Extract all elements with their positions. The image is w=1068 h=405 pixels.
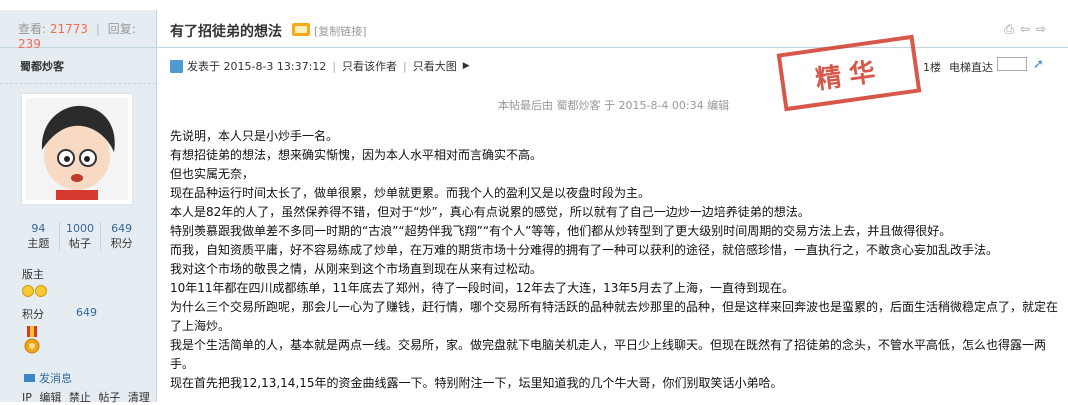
- avatar[interactable]: [21, 93, 133, 205]
- views-count: 21773: [49, 22, 89, 36]
- body-line: 我对这个市场的敬畏之情，从刚来到这个市场直到现在从来有过松动。: [170, 262, 543, 276]
- body-line: 特别羡慕跟我做单差不多同一时期的“古浪”“超势伴我飞翔”“有个人”等等，他们都从…: [170, 224, 952, 238]
- copy-link[interactable]: [复制链接]: [314, 23, 367, 39]
- stat-credits[interactable]: 649 积分: [100, 222, 142, 251]
- body-line: 先说明，本人只是小炒手一名。: [170, 129, 339, 143]
- points-value: 649: [76, 306, 97, 319]
- post-time: 发表于 2015-8-3 13:37:12: [187, 60, 327, 73]
- replies-count: 239: [18, 37, 41, 51]
- stat-label: 主题: [27, 237, 50, 250]
- jump-go-icon[interactable]: ➚: [1033, 58, 1047, 72]
- meta-divider: |: [332, 59, 337, 73]
- clean-link[interactable]: 清理: [128, 391, 150, 404]
- prev-thread-icon[interactable]: ⇦: [1020, 22, 1030, 37]
- post-meta: 发表于 2015-8-3 13:37:12 | 只看该作者 | 只看大图 ▶: [170, 58, 470, 74]
- edit-link[interactable]: 编辑: [39, 391, 61, 404]
- views-label: 查看:: [18, 22, 47, 36]
- body-line: 10年11年都在四川成都练单，11年底去了郑州，待了一段时间，12年去了大连，1…: [170, 281, 794, 295]
- medal-icon: [24, 326, 40, 354]
- online-status-icon: [170, 59, 183, 73]
- ip-link[interactable]: IP: [22, 391, 32, 404]
- rank-icons: [22, 285, 47, 297]
- posts-link[interactable]: 帖子: [98, 391, 120, 404]
- edit-notice: 本帖最后由 蜀都炒客 于 2015-8-4 00:34 编辑: [498, 99, 730, 112]
- body-line: 本人是82年的人了，虽然保养得不错，但对于“炒”，真心有点说累的感觉，所以就有了…: [170, 205, 810, 219]
- replies-label: 回复:: [107, 22, 136, 36]
- body-line: 现在品种运行时间太长了，做单很累，炒单就更累。而我个人的盈利又是以夜盘时段为主。: [170, 186, 651, 200]
- meta-divider: |: [403, 59, 407, 73]
- body-line: 为什么三个交易所跑呢，那会儿一心为了赚钱，赶行情，哪个交易所有特活跃的品种就去炒…: [170, 300, 1059, 333]
- floor-number: 1楼: [923, 61, 941, 74]
- user-group: 版主: [22, 268, 44, 281]
- envelope-icon: [24, 374, 35, 382]
- points-row: 积分 649: [22, 306, 152, 322]
- post-body: 先说明，本人只是小炒手一名。 有想招徒弟的想法，想来确实惭愧，因为本人水平相对而…: [170, 127, 1060, 393]
- thread-title: 有了招徒弟的想法: [170, 24, 282, 40]
- body-line: 有想招徒弟的想法，想来确实惭愧，因为本人水平相对而言确实不高。: [170, 148, 543, 162]
- hot-thread-icon: [292, 23, 310, 36]
- title-bar: 有了招徒弟的想法 [复制链接] ⎙ ⇦ ⇨: [157, 10, 1068, 48]
- ban-link[interactable]: 禁止: [69, 391, 91, 404]
- body-line: 我是个生活简单的人，基本就是两点一线。交易所，家。做完盘就下电脑关机走人，平日少…: [170, 338, 1047, 371]
- author-stats: 94 主题 1000 帖子 649 积分: [18, 222, 142, 251]
- send-message-link[interactable]: 发消息: [24, 370, 72, 386]
- stats-divider: |: [95, 22, 100, 36]
- floor-jump-input[interactable]: [997, 57, 1027, 71]
- thread-stats: 查看: 21773 | 回复: 239: [0, 10, 156, 51]
- body-line: 而我，自知资质平庸，好不容易练成了炒单，在万难的期货市场十分难得的拥有了一种可以…: [170, 243, 999, 257]
- stat-threads[interactable]: 94 主题: [18, 222, 59, 251]
- body-line: 现在首先把我12,13,14,15年的资金曲线露一下。特别附注一下，坛里知道我的…: [170, 376, 783, 390]
- smiley-icon: [22, 285, 34, 297]
- body-line: 但也实属无奈，: [170, 167, 255, 181]
- stat-value: 649: [111, 222, 133, 235]
- send-message-label: 发消息: [39, 372, 72, 385]
- next-thread-icon[interactable]: ⇨: [1036, 22, 1046, 37]
- jump-label: 电梯直达: [949, 61, 993, 74]
- only-author-link[interactable]: 只看该作者: [342, 58, 397, 74]
- author-name[interactable]: 蜀都炒客: [0, 48, 156, 84]
- top-strip: [0, 0, 1068, 10]
- title-tools: ⎙ ⇦ ⇨: [1004, 22, 1046, 37]
- stat-value: 1000: [66, 222, 94, 235]
- stat-value: 94: [31, 222, 46, 235]
- stat-posts[interactable]: 1000 帖子: [58, 222, 101, 251]
- play-triangle-icon: ▶: [462, 61, 470, 71]
- points-label: 积分: [22, 308, 44, 321]
- large-image-link[interactable]: 只看大图: [413, 58, 457, 74]
- post-main: 有了招徒弟的想法 [复制链接] ⎙ ⇦ ⇨ 发表于 2015-8-3 13:37…: [157, 10, 1068, 402]
- smiley-icon: [35, 285, 47, 297]
- stat-label: 帖子: [69, 237, 91, 250]
- moderation-links: IP 编辑 禁止 帖子 清理: [22, 389, 154, 405]
- stat-label: 积分: [110, 237, 133, 250]
- print-icon[interactable]: ⎙: [1004, 22, 1014, 37]
- avatar-icon: [26, 98, 128, 200]
